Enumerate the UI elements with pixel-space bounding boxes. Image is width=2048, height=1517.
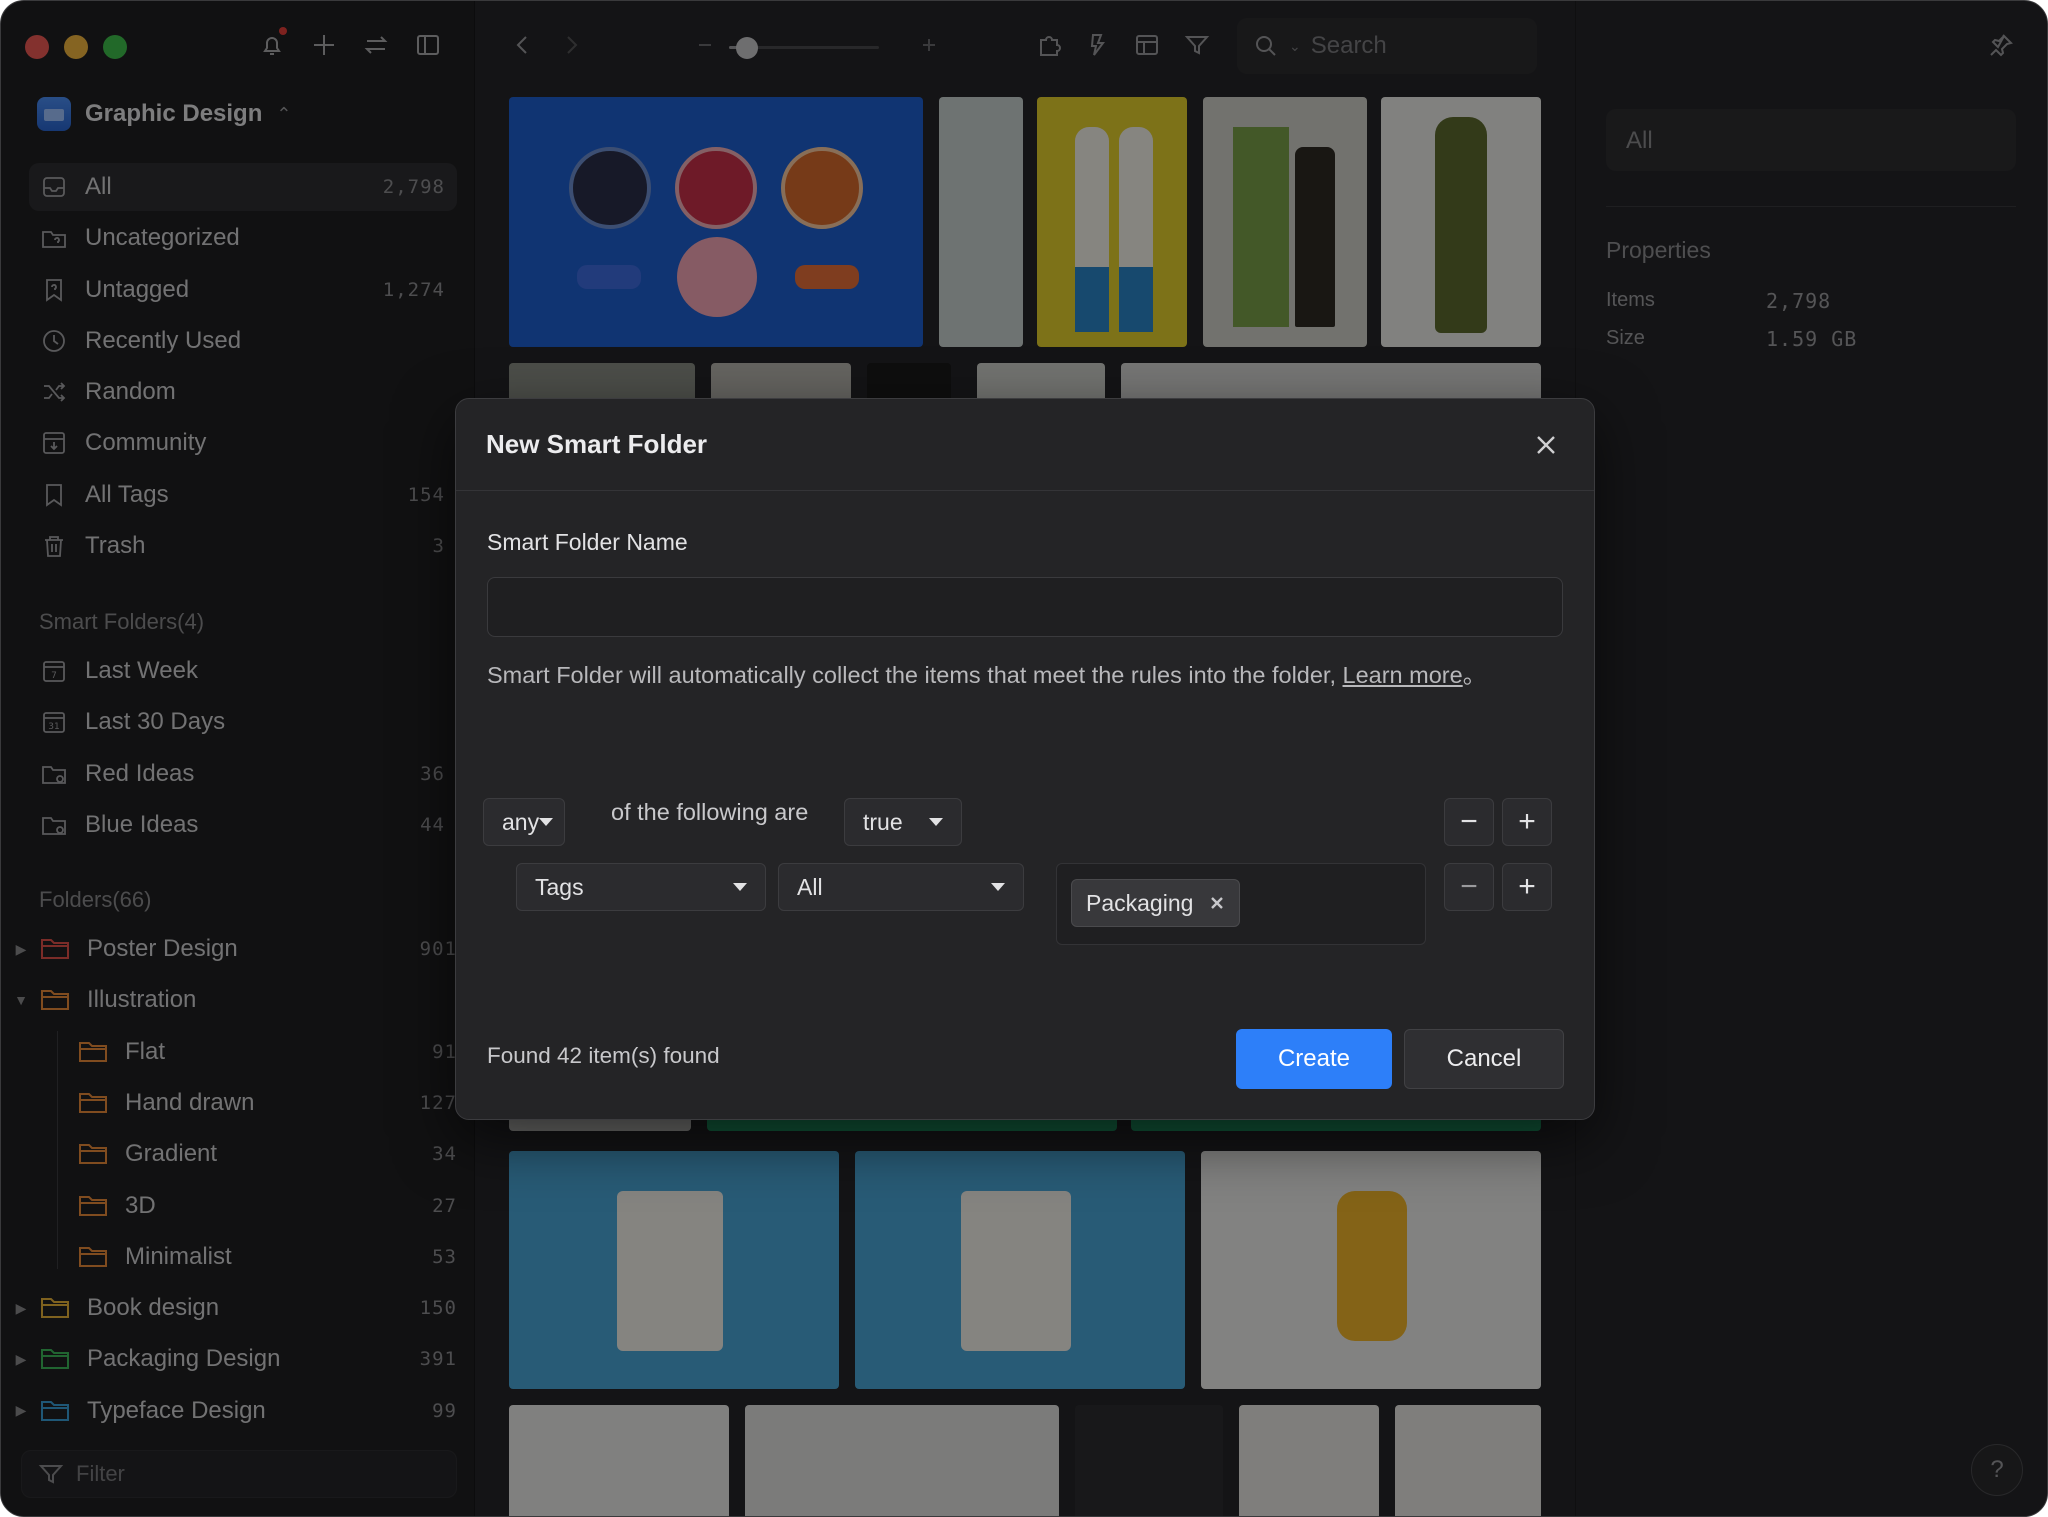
dropdown-arrow-icon [539, 818, 554, 826]
match-mode-select[interactable]: any [483, 798, 565, 846]
match-mode-value: any [502, 808, 540, 835]
remove-rule-button[interactable]: − [1444, 863, 1494, 911]
cancel-button[interactable]: Cancel [1404, 1029, 1564, 1089]
dialog-header: New Smart Folder [456, 399, 1594, 491]
dropdown-arrow-icon [929, 818, 943, 826]
info-description: Smart Folder will automatically collect … [487, 662, 1343, 688]
app-window: Graphic Design ⌃ All 2,798 Uncategorized… [0, 0, 2048, 1517]
info-text: Smart Folder will automatically collect … [487, 657, 1547, 693]
remove-tag-icon[interactable] [1209, 895, 1225, 911]
rule-operator-value: All [797, 873, 823, 900]
truth-value: true [863, 808, 903, 835]
found-count-text: Found 42 item(s) found [487, 1043, 720, 1068]
rule-field-select[interactable]: Tags [516, 863, 766, 911]
dialog-title: New Smart Folder [486, 429, 708, 459]
create-button[interactable]: Create [1236, 1029, 1392, 1089]
info-suffix: 。 [1462, 662, 1487, 688]
smart-folder-name-input[interactable] [487, 577, 1563, 637]
dropdown-arrow-icon [991, 883, 1005, 891]
remove-group-button[interactable]: − [1444, 798, 1494, 846]
rule-field-value: Tags [535, 873, 584, 900]
rule-description: of the following are [611, 799, 809, 825]
tag-chip-label: Packaging [1086, 889, 1194, 916]
smart-folder-name-label: Smart Folder Name [487, 529, 688, 555]
close-icon[interactable] [1528, 427, 1564, 463]
new-smart-folder-dialog: New Smart Folder Smart Folder Name Smart… [455, 398, 1595, 1120]
rule-operator-select[interactable]: All [778, 863, 1024, 911]
add-rule-button[interactable]: + [1502, 863, 1552, 911]
add-group-button[interactable]: + [1502, 798, 1552, 846]
truth-value-select[interactable]: true [844, 798, 962, 846]
learn-more-link[interactable]: Learn more [1343, 662, 1463, 688]
tag-chip: Packaging [1071, 879, 1241, 927]
dropdown-arrow-icon [733, 883, 747, 891]
tag-value-input[interactable]: Packaging [1056, 863, 1426, 945]
